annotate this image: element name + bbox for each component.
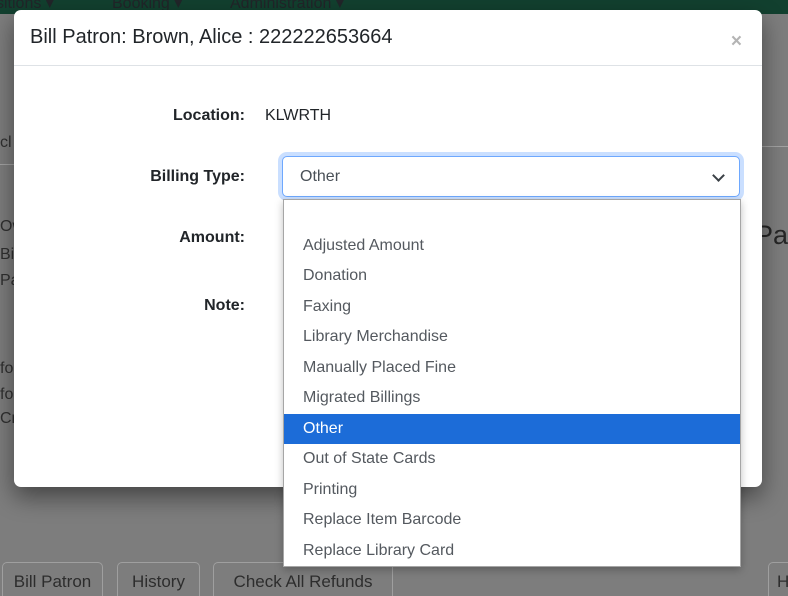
bg-text-fragment: cl [0, 134, 12, 152]
bg-divider [0, 164, 14, 165]
close-icon[interactable]: × [731, 32, 742, 51]
bg-text-fragment: fo [0, 386, 13, 404]
bill-patron-button[interactable]: Bill Patron [2, 562, 103, 596]
dropdown-option[interactable]: Library Merchandise [284, 322, 740, 353]
dialog-header: Bill Patron: Brown, Alice : 222222653664… [14, 10, 762, 66]
dropdown-option[interactable]: Printing [284, 475, 740, 506]
location-value: KLWRTH [265, 107, 331, 125]
dropdown-option[interactable]: Donation [284, 261, 740, 292]
location-label: Location: [14, 107, 245, 125]
dimmed-page-right-fragments: Pay [762, 14, 788, 592]
billing-type-label: Billing Type: [14, 156, 245, 197]
check-all-refunds-button[interactable]: Check All Refunds [213, 562, 393, 596]
dropdown-option[interactable]: Out of State Cards [284, 444, 740, 475]
chevron-down-icon [712, 169, 725, 182]
bg-text-fragment: Ow [0, 218, 14, 236]
bg-divider [762, 146, 788, 147]
billing-type-row: Billing Type: Other [14, 156, 762, 197]
dropdown-option-selected[interactable]: Other [284, 414, 740, 445]
billing-type-dropdown-list: Adjusted Amount Donation Faxing Library … [283, 199, 741, 567]
dropdown-option[interactable]: Faxing [284, 292, 740, 323]
dropdown-option[interactable]: Migrated Billings [284, 383, 740, 414]
bg-text-fragment: Pa [0, 272, 14, 290]
note-label: Note: [14, 297, 245, 315]
bg-text-fragment: Cre [0, 410, 14, 428]
billing-type-select[interactable]: Other [282, 156, 740, 197]
dropdown-option[interactable]: Replace Library Card [284, 536, 740, 567]
dropdown-option[interactable]: Manually Placed Fine [284, 353, 740, 384]
billing-type-selected-value: Other [300, 168, 340, 186]
dropdown-option[interactable]: Adjusted Amount [284, 231, 740, 262]
dialog-title: Bill Patron: Brown, Alice : 222222653664 [30, 26, 392, 49]
dropdown-option[interactable]: Replace Item Barcode [284, 505, 740, 536]
bg-text-fragment: fo [0, 360, 13, 378]
history-button[interactable]: History [117, 562, 200, 596]
bg-text-fragment: Bil [0, 246, 14, 264]
partial-right-button[interactable]: H [768, 562, 788, 596]
amount-label: Amount: [14, 229, 245, 247]
dimmed-page-left-fragments: cl Ow Bil Pa fo fo Cre [0, 14, 14, 592]
dropdown-option-blank[interactable] [284, 200, 740, 231]
bg-pay-heading-fragment: Pay [762, 220, 788, 251]
location-row: Location: KLWRTH [14, 107, 762, 125]
